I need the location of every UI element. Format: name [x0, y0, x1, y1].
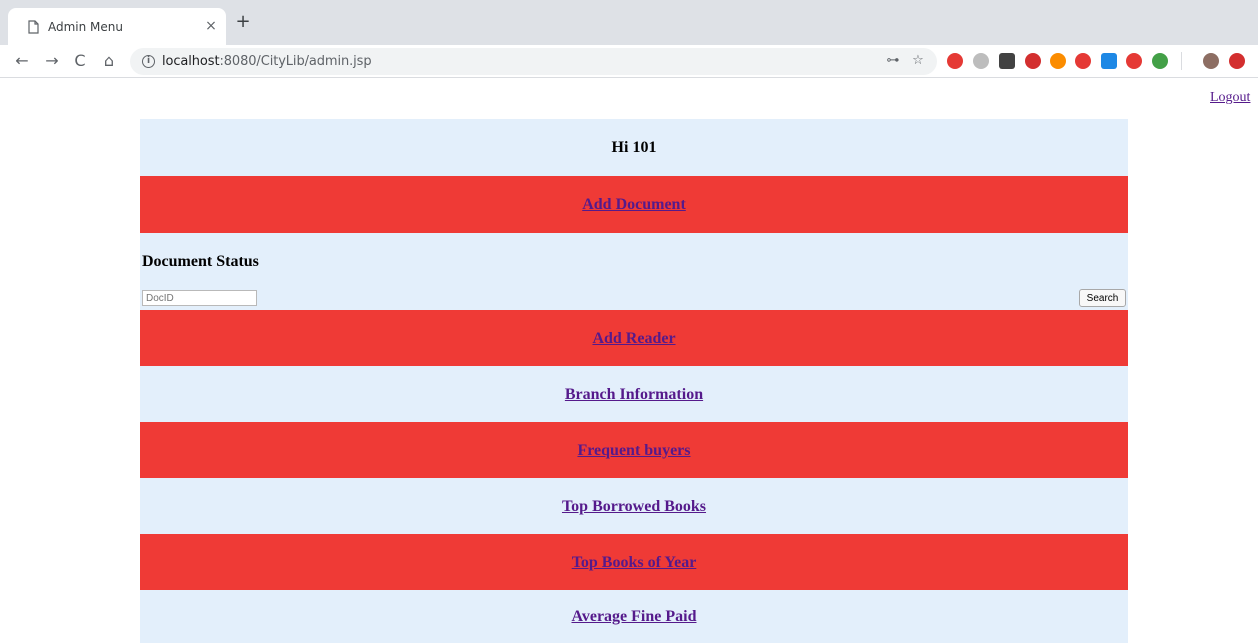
reload-icon[interactable]: C [70, 51, 90, 71]
top-borrowed-books-link[interactable]: Top Borrowed Books [562, 498, 706, 516]
document-status-heading: Document Status [142, 253, 259, 270]
qr-extension-icon[interactable] [999, 53, 1015, 69]
browser-tab-strip: Admin Menu × + [0, 0, 1258, 45]
browser-tab-admin-menu[interactable]: Admin Menu × [8, 8, 226, 45]
top-books-of-year-link[interactable]: Top Books of Year [572, 554, 697, 572]
add-reader-link[interactable]: Add Reader [592, 330, 675, 348]
windows-extension-icon[interactable] [1101, 53, 1117, 69]
address-bar[interactable]: i localhost:8080/CityLib/admin.jsp ⊶ ☆ [130, 48, 937, 75]
back-arrow-icon[interactable]: ← [12, 51, 32, 71]
green-extension-icon[interactable] [1152, 53, 1168, 69]
key-icon[interactable]: ⊶ [885, 53, 901, 69]
bookmark-star-icon[interactable]: ☆ [910, 53, 926, 69]
robot-extension-icon[interactable] [1075, 53, 1091, 69]
docid-input[interactable] [142, 290, 257, 306]
profile-avatar-icon[interactable] [1203, 53, 1219, 69]
page-icon [28, 20, 39, 34]
forward-arrow-icon[interactable]: → [42, 51, 62, 71]
new-tab-icon[interactable]: + [234, 13, 252, 31]
average-fine-paid-link[interactable]: Average Fine Paid [571, 608, 696, 626]
add-reader-row: Add Reader [140, 310, 1128, 367]
circle-extension-icon[interactable] [973, 53, 989, 69]
home-icon[interactable]: ⌂ [99, 51, 119, 71]
red-o-extension-icon[interactable] [1229, 53, 1245, 69]
tab-close-icon[interactable]: × [203, 17, 219, 35]
document-status-section: Document Status Search [140, 233, 1128, 310]
average-fine-paid-row: Average Fine Paid [140, 590, 1128, 643]
add-document-row: Add Document [140, 176, 1128, 233]
tomato-extension-icon[interactable] [1126, 53, 1142, 69]
toolbar-separator [1181, 52, 1182, 70]
url-text[interactable]: localhost:8080/CityLib/admin.jsp [162, 54, 372, 69]
logout-link[interactable]: Logout [1210, 90, 1250, 106]
site-info-icon[interactable]: i [142, 55, 155, 68]
add-document-link[interactable]: Add Document [582, 196, 686, 214]
url-host: localhost [162, 54, 220, 69]
search-button[interactable]: Search [1079, 289, 1126, 307]
greeting-text: Hi 101 [611, 138, 657, 156]
off-extension-icon[interactable] [1050, 53, 1066, 69]
adblock-icon[interactable] [947, 53, 963, 69]
frequent-buyers-link[interactable]: Frequent buyers [577, 442, 690, 460]
url-path: :8080/CityLib/admin.jsp [219, 54, 372, 69]
frequent-buyers-row: Frequent buyers [140, 422, 1128, 479]
greeting-row: Hi 101 [140, 119, 1128, 176]
stop-extension-icon[interactable] [1025, 53, 1041, 69]
branch-information-row: Branch Information [140, 366, 1128, 423]
top-books-of-year-row: Top Books of Year [140, 534, 1128, 591]
top-borrowed-books-row: Top Borrowed Books [140, 478, 1128, 535]
browser-toolbar: ← → C ⌂ i localhost:8080/CityLib/admin.j… [0, 45, 1258, 78]
branch-information-link[interactable]: Branch Information [565, 386, 703, 404]
tab-title: Admin Menu [48, 20, 124, 34]
